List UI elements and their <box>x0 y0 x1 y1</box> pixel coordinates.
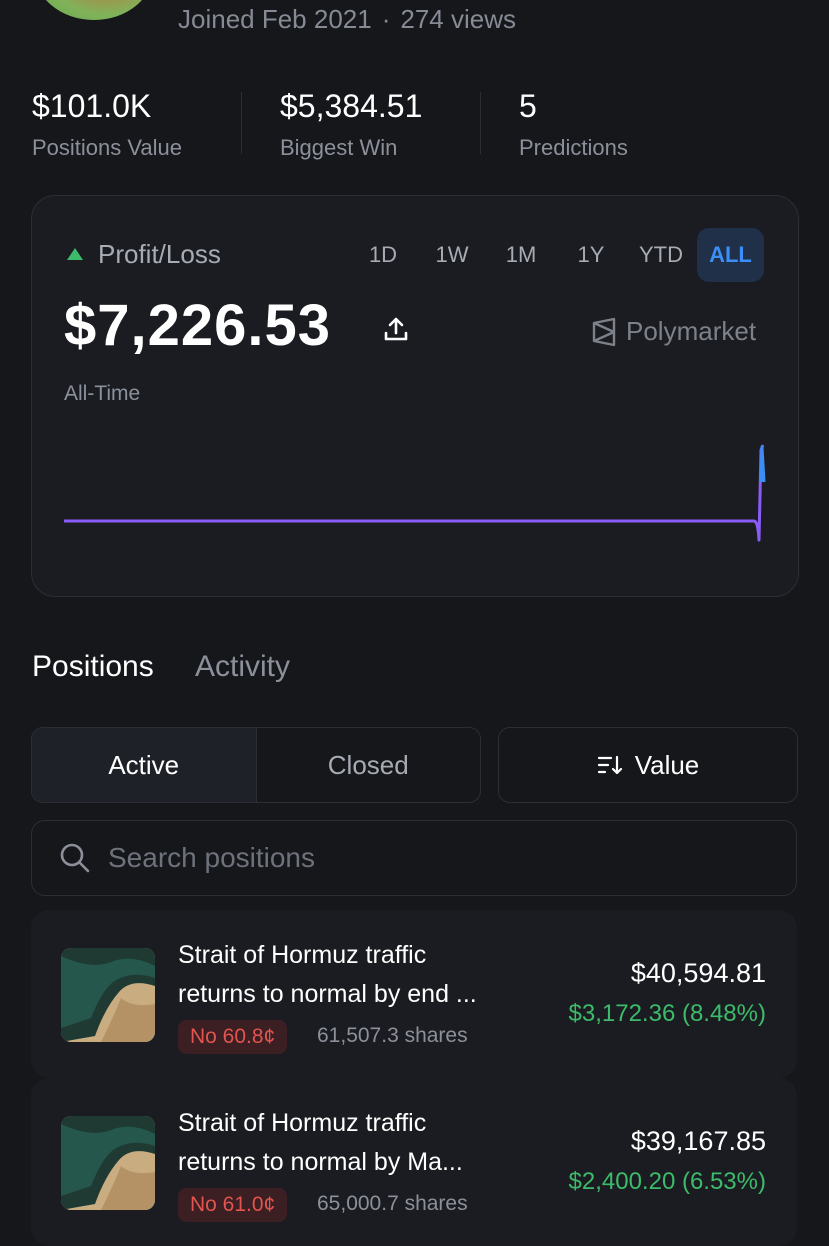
avatar <box>34 0 154 20</box>
share-icon[interactable] <box>381 314 411 344</box>
range-1m[interactable]: 1M <box>494 228 548 282</box>
stat-biggest-win: $5,384.51 Biggest Win <box>280 88 422 161</box>
outcome-badge: No 60.8¢ <box>178 1020 288 1054</box>
stat-predictions: 5 Predictions <box>519 88 628 161</box>
tab-activity[interactable]: Activity <box>195 650 290 684</box>
position-value: $39,167.85 <box>630 1126 766 1156</box>
pnl-line <box>64 444 765 542</box>
stat-label: Biggest Win <box>280 135 398 160</box>
sort-label: Value <box>634 749 700 780</box>
stat-value: 5 <box>519 88 537 124</box>
divider <box>480 92 481 154</box>
meta-separator: · <box>381 4 391 34</box>
search-icon <box>60 843 90 873</box>
market-title: Strait of Hormuz traffic returns to norm… <box>178 936 538 1014</box>
stat-positions-value: $101.0K Positions Value <box>32 88 182 161</box>
pnl-chart <box>64 444 766 542</box>
position-value: $40,594.81 <box>630 958 766 988</box>
share-count: 61,507.3 shares <box>317 1024 468 1047</box>
pnl-label: Profit/Loss <box>98 239 221 269</box>
brand-name: Polymarket <box>626 316 757 346</box>
share-count: 65,000.7 shares <box>317 1192 468 1215</box>
position-row[interactable]: Strait of Hormuz traffic returns to norm… <box>31 1078 797 1246</box>
polymarket-logo-icon <box>592 317 616 346</box>
range-ytd[interactable]: YTD <box>630 228 692 282</box>
range-1w[interactable]: 1W <box>425 228 479 282</box>
range-all[interactable]: ALL <box>697 228 764 282</box>
market-title-line: returns to normal by Ma... <box>178 1148 463 1176</box>
position-row[interactable]: Strait of Hormuz traffic returns to norm… <box>31 910 797 1078</box>
divider <box>241 92 242 154</box>
stat-value: $101.0K <box>32 88 152 124</box>
range-1y[interactable]: 1Y <box>564 228 618 282</box>
market-thumbnail <box>61 1116 155 1210</box>
stat-label: Positions Value <box>32 135 183 160</box>
market-title-line: Strait of Hormuz traffic <box>178 941 427 969</box>
position-gain: $3,172.36 (8.48%) <box>568 1000 766 1027</box>
position-gain: $2,400.20 (6.53%) <box>568 1168 766 1195</box>
pnl-spike <box>759 445 766 483</box>
range-1d[interactable]: 1D <box>356 228 410 282</box>
market-title: Strait of Hormuz traffic returns to norm… <box>178 1104 538 1182</box>
filter-active-button[interactable]: Active <box>32 728 257 802</box>
market-title-line: Strait of Hormuz traffic <box>178 1109 427 1137</box>
view-count: 274 views <box>400 4 517 34</box>
filter-closed-button[interactable]: Closed <box>257 728 481 802</box>
stat-label: Predictions <box>519 135 628 160</box>
sort-icon <box>597 755 622 775</box>
triangle-up-icon <box>67 248 83 260</box>
pnl-value: $7,226.53 <box>64 293 332 358</box>
status-toggle: Active Closed <box>31 727 481 803</box>
search-input[interactable] <box>106 841 750 875</box>
outcome-badge: No 61.0¢ <box>178 1188 288 1222</box>
search-box <box>31 820 797 896</box>
tab-positions[interactable]: Positions <box>32 650 154 684</box>
sort-value-button[interactable]: Value <box>498 727 798 803</box>
market-thumbnail <box>61 948 155 1042</box>
profile-meta: Joined Feb 2021 · 274 views <box>178 4 516 35</box>
pnl-period: All-Time <box>64 382 141 405</box>
stat-value: $5,384.51 <box>280 88 423 124</box>
market-title-line: returns to normal by end ... <box>178 980 477 1008</box>
joined-date: Joined Feb 2021 <box>178 4 372 34</box>
polymarket-brand: Polymarket <box>590 316 756 347</box>
